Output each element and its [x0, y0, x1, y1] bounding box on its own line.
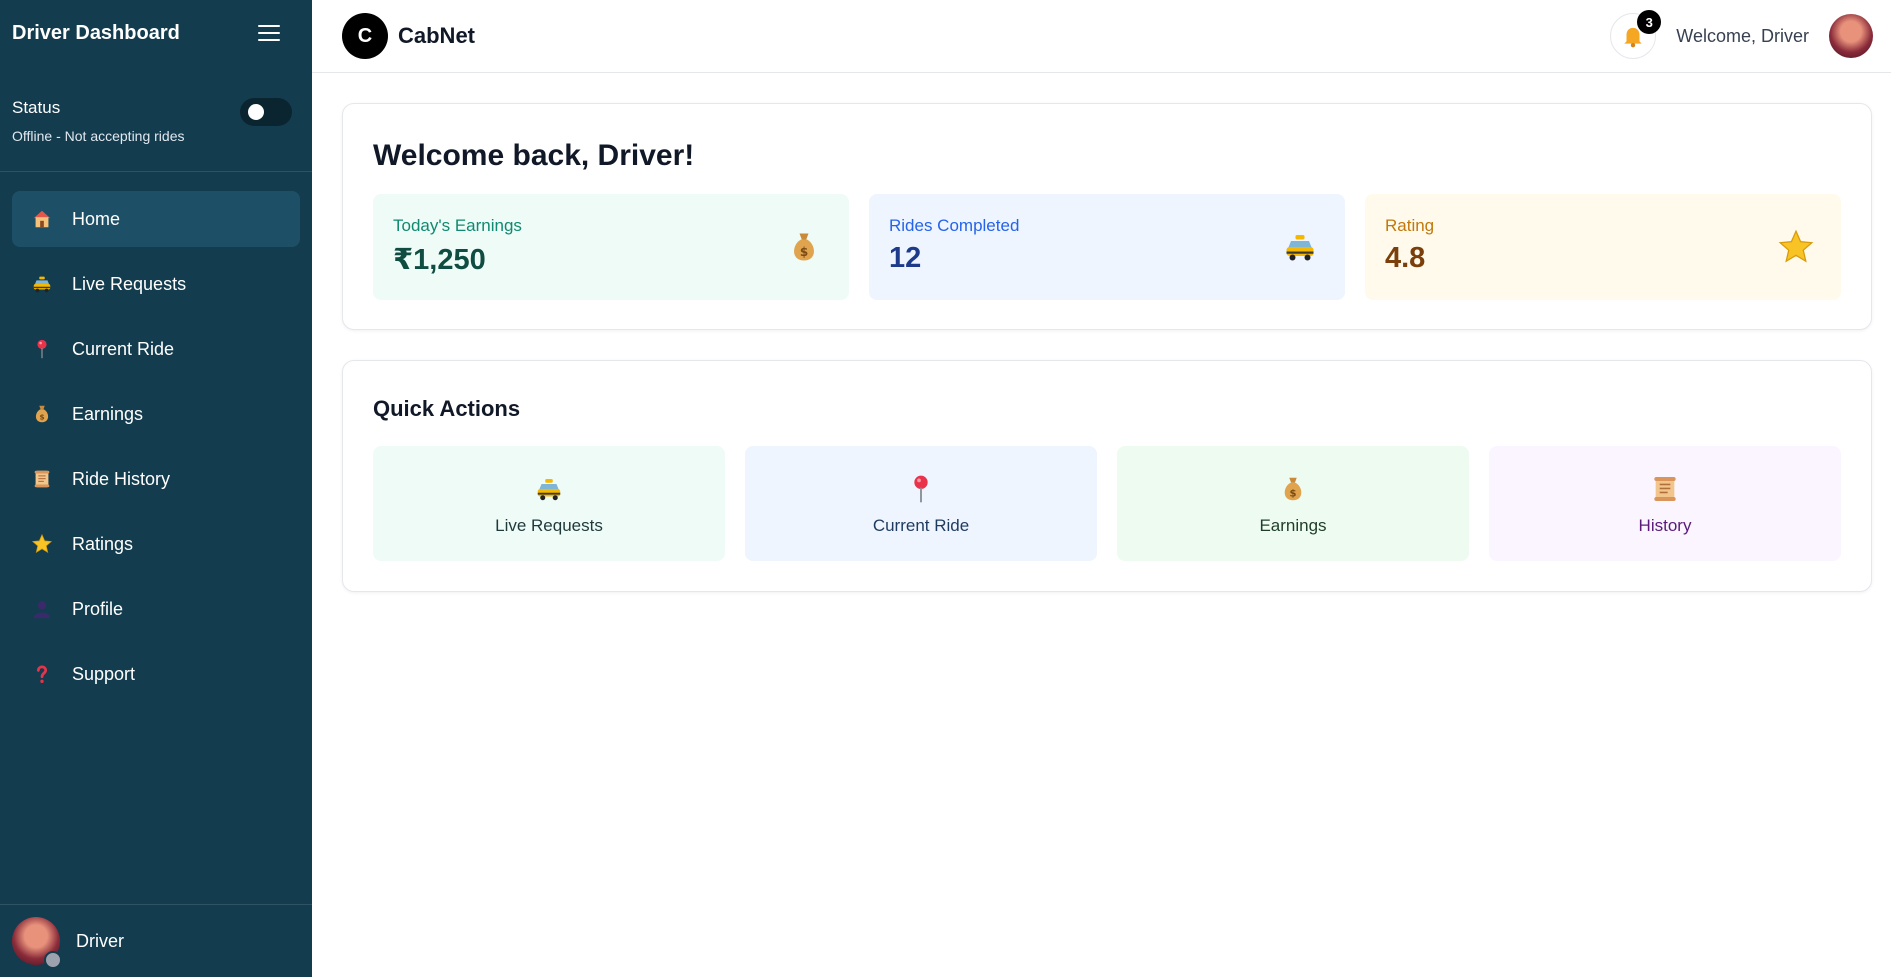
sidebar-item-ride-history[interactable]: Ride History — [12, 451, 300, 507]
sidebar-item-home[interactable]: Home — [12, 191, 300, 247]
map-pin-icon — [30, 337, 54, 361]
welcome-text: Welcome, Driver — [1676, 25, 1809, 46]
sidebar-item-ratings[interactable]: Ratings — [12, 516, 300, 572]
sidebar-item-earnings[interactable]: Earnings — [12, 386, 300, 442]
sidebar-footer[interactable]: Driver — [0, 904, 312, 977]
taxi-icon — [532, 472, 566, 506]
welcome-card: Welcome back, Driver! Today's Earnings ₹… — [342, 103, 1872, 330]
stat-card-rating: Rating 4.8 — [1365, 194, 1841, 300]
notification-button[interactable]: 3 — [1610, 10, 1662, 59]
sidebar-item-label: Home — [72, 208, 121, 229]
quick-action-earnings[interactable]: Earnings — [1117, 446, 1469, 561]
quick-action-current-ride[interactable]: Current Ride — [745, 446, 1097, 561]
brand-name: CabNet — [398, 23, 476, 48]
sidebar-title: Driver Dashboard — [12, 21, 180, 44]
user-icon — [30, 597, 54, 621]
money-bag-icon — [30, 402, 54, 426]
sidebar-nav: Home Live Requests Current Ride Earnings… — [0, 172, 312, 702]
sidebar-item-support[interactable]: Support — [12, 646, 300, 702]
section-title: Quick Actions — [373, 396, 521, 421]
stat-value: ₹1,250 — [393, 244, 486, 276]
stat-value: 4.8 — [1385, 242, 1426, 274]
sidebar-item-label: Ratings — [72, 533, 134, 554]
sidebar-item-live-requests[interactable]: Live Requests — [12, 256, 300, 312]
quick-action-live-requests[interactable]: Live Requests — [373, 446, 725, 561]
sidebar-item-current-ride[interactable]: Current Ride — [12, 321, 300, 377]
money-bag-icon — [1276, 472, 1310, 506]
star-icon — [1777, 228, 1815, 266]
menu-icon[interactable] — [258, 25, 280, 41]
scroll-icon — [30, 467, 54, 491]
driver-name: Driver — [76, 930, 124, 951]
sidebar-item-label: Live Requests — [72, 273, 187, 294]
page-title: Welcome back, Driver! — [373, 139, 695, 172]
sidebar-item-label: Ride History — [72, 468, 171, 489]
sidebar: Driver Dashboard Status Offline - Not ac… — [0, 0, 312, 977]
sidebar-item-label: Profile — [72, 598, 124, 619]
sidebar-header: Driver Dashboard — [0, 0, 312, 66]
stat-value: 12 — [889, 242, 922, 274]
quick-action-label: Current Ride — [872, 515, 970, 535]
question-icon — [30, 662, 54, 686]
top-right-group: 3 Welcome, Driver — [1610, 6, 1873, 66]
status-panel: Status Offline - Not accepting rides — [0, 66, 312, 172]
quick-action-label: Live Requests — [495, 515, 603, 535]
status-text: Offline - Not accepting rides — [12, 128, 185, 144]
sidebar-item-label: Current Ride — [72, 338, 175, 359]
quick-action-label: Earnings — [1259, 515, 1327, 535]
top-bar: C CabNet 3 Welcome, Driver — [312, 0, 1891, 73]
stat-label: Rating — [1385, 216, 1435, 235]
avatar[interactable] — [1829, 14, 1873, 58]
money-bag-icon — [785, 228, 823, 266]
sidebar-item-profile[interactable]: Profile — [12, 581, 300, 637]
quick-action-label: History — [1638, 515, 1692, 535]
house-icon — [30, 207, 54, 231]
stat-card-earnings: Today's Earnings ₹1,250 — [373, 194, 849, 300]
taxi-icon — [30, 272, 54, 296]
stat-card-rides: Rides Completed 12 — [869, 194, 1345, 300]
quick-actions-card: Quick Actions Live Requests Current Ride… — [342, 360, 1872, 592]
toggle-knob — [248, 104, 264, 120]
taxi-icon — [1281, 228, 1319, 266]
presence-dot — [44, 951, 62, 969]
logo: C — [342, 13, 388, 59]
sidebar-item-label: Earnings — [72, 403, 144, 424]
avatar — [12, 917, 62, 969]
scroll-icon — [1648, 472, 1682, 506]
status-toggle[interactable] — [240, 98, 292, 126]
stat-label: Rides Completed — [889, 216, 1020, 235]
stat-label: Today's Earnings — [393, 216, 522, 235]
quick-action-history[interactable]: History — [1489, 446, 1841, 561]
star-icon — [30, 532, 54, 556]
map-pin-icon — [904, 472, 938, 506]
notification-badge: 3 — [1637, 10, 1662, 34]
sidebar-item-label: Support — [72, 663, 136, 684]
